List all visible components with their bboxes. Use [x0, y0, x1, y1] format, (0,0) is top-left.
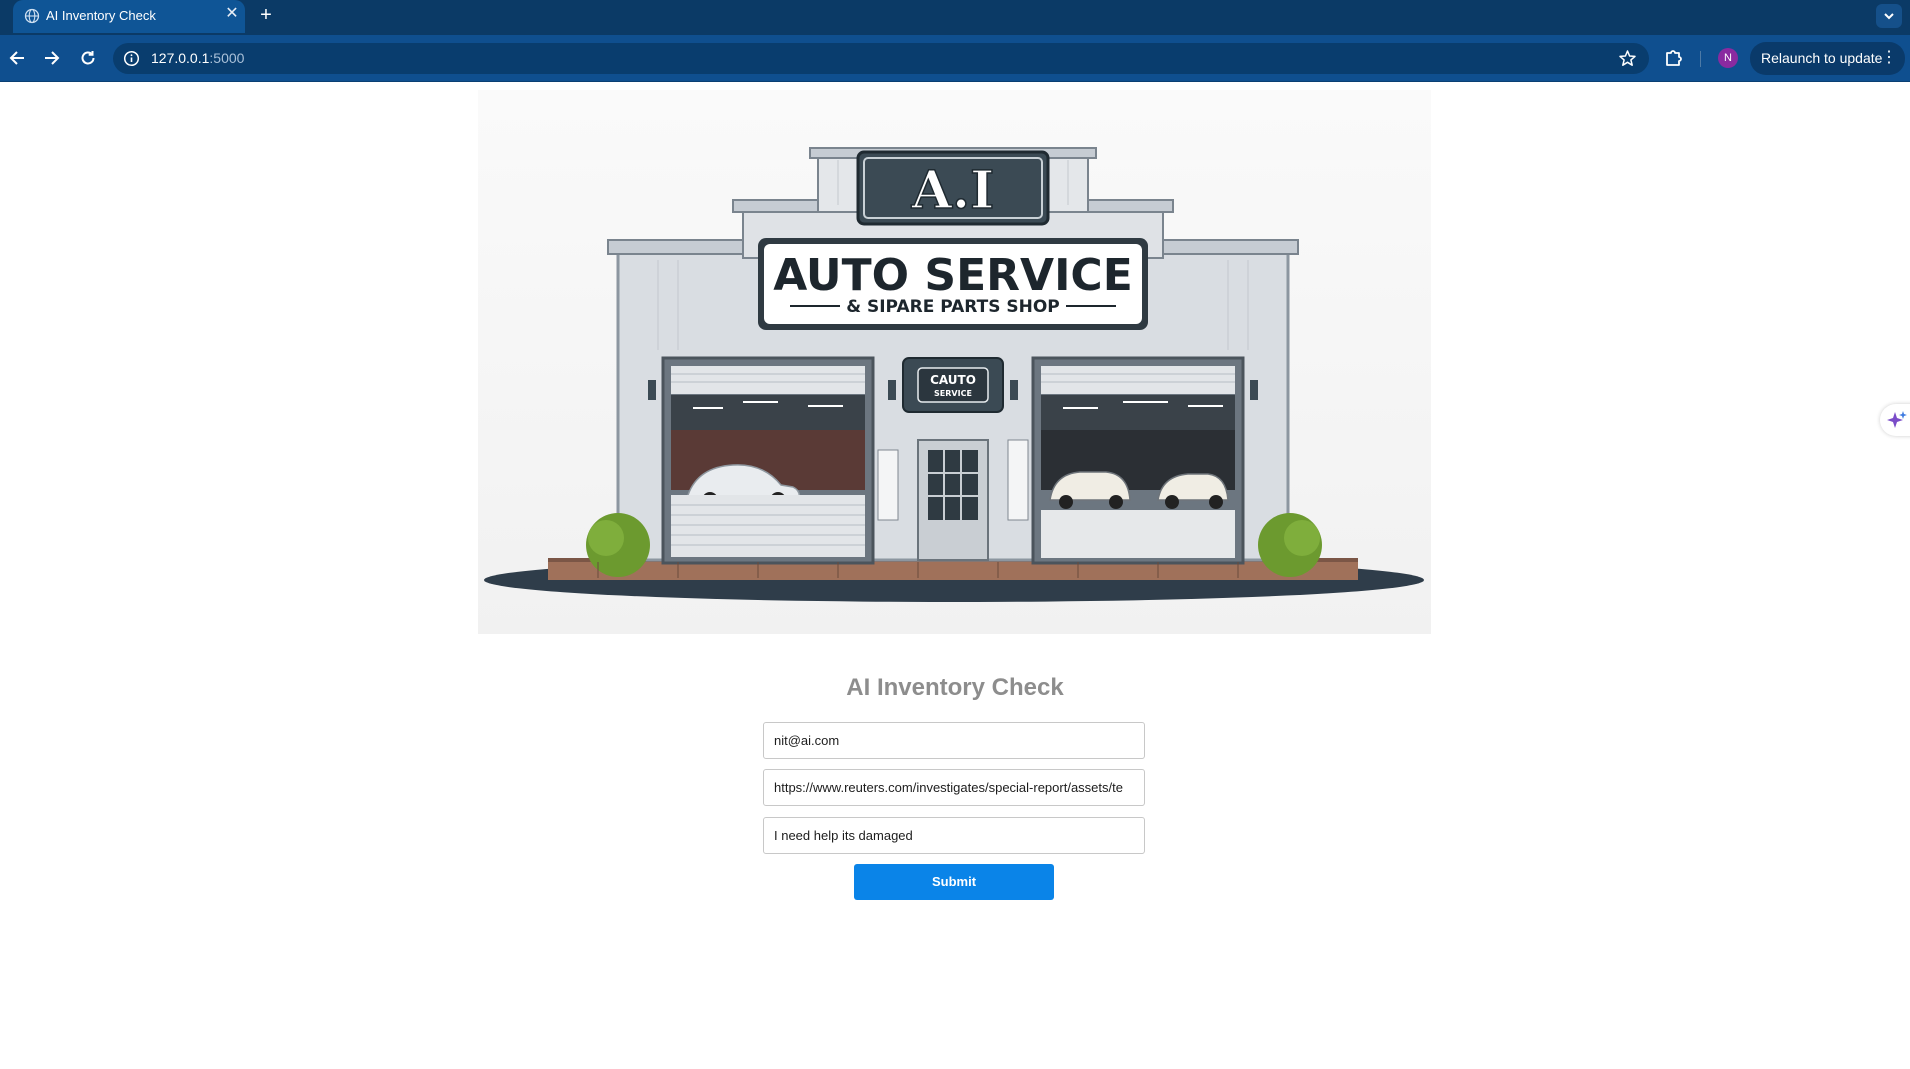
reload-icon [81, 51, 95, 65]
chevron-down-icon [1884, 13, 1894, 20]
email-field[interactable] [763, 722, 1145, 759]
toolbar-divider [1700, 51, 1701, 67]
back-button[interactable] [6, 47, 28, 69]
form-title: AI Inventory Check [846, 674, 1064, 701]
small-sign-line2: SERVICE [934, 389, 972, 398]
sign-top-text: A.I [911, 160, 995, 221]
tab-search-button[interactable] [1876, 4, 1902, 28]
relaunch-label: Relaunch to update [1761, 50, 1883, 66]
new-tab-button[interactable]: + [255, 4, 277, 26]
url-field[interactable] [763, 769, 1145, 806]
url-text: 127.0.0.1:5000 [151, 50, 244, 66]
arrow-left-icon [9, 51, 24, 65]
relaunch-button[interactable]: Relaunch to update ⋮ [1750, 42, 1905, 75]
side-assistant-button[interactable] [1880, 404, 1910, 436]
sign-sub-text: & SIPARE PARTS SHOP [846, 297, 1060, 317]
hero-image: A.I AUTO SERVICE & SIPARE PARTS SHOP CAU… [478, 90, 1431, 634]
message-field[interactable] [763, 817, 1145, 854]
reload-button[interactable] [77, 47, 99, 69]
page-content: A.I AUTO SERVICE & SIPARE PARTS SHOP CAU… [0, 82, 1910, 1069]
sign-main-text: AUTO SERVICE [773, 250, 1133, 301]
submit-button[interactable]: Submit [854, 864, 1054, 900]
tab-strip: AI Inventory Check ✕ + [0, 0, 1910, 35]
info-icon[interactable] [123, 50, 140, 67]
browser-tab[interactable]: AI Inventory Check ✕ [13, 0, 245, 33]
extensions-icon[interactable] [1662, 47, 1684, 69]
url-host: 127.0.0.1 [151, 50, 210, 66]
close-icon[interactable]: ✕ [224, 6, 240, 22]
arrow-right-icon [45, 51, 60, 65]
sparkle-icon [1887, 411, 1907, 428]
url-port: :5000 [209, 50, 245, 66]
forward-button[interactable] [41, 47, 63, 69]
tab-title: AI Inventory Check [46, 8, 156, 23]
bookmark-star-icon[interactable] [1618, 49, 1637, 68]
profile-avatar[interactable]: N [1718, 48, 1738, 68]
more-menu-icon[interactable]: ⋮ [1881, 48, 1897, 68]
small-sign-line1: CAUTO [930, 373, 976, 387]
address-bar[interactable]: 127.0.0.1:5000 [113, 43, 1649, 74]
browser-toolbar: 127.0.0.1:5000 N Relaunch to update ⋮ [0, 35, 1910, 82]
globe-icon [24, 8, 40, 24]
